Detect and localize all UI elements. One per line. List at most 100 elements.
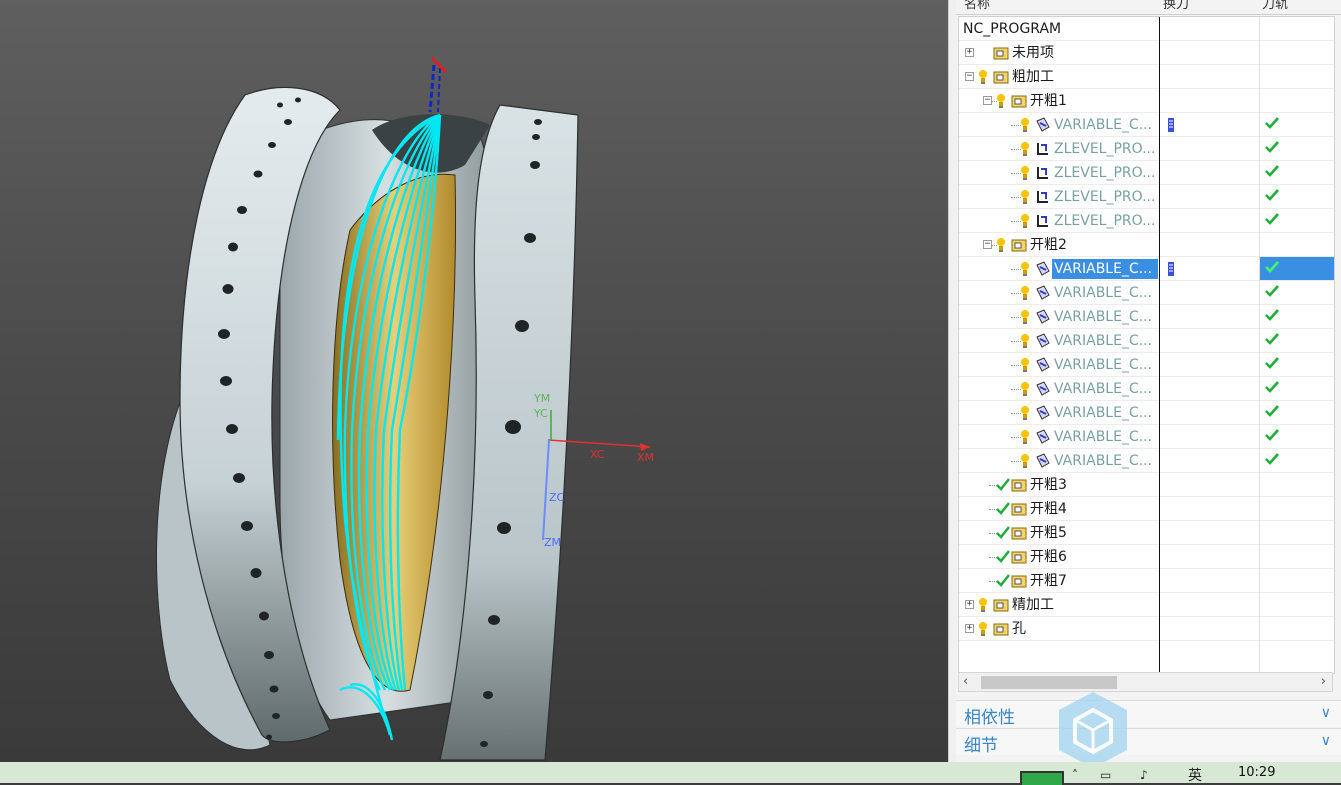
- program-group-icon: [1011, 93, 1027, 109]
- collapse-icon[interactable]: −: [983, 96, 992, 105]
- tree-row-group[interactable]: 开粗4: [959, 497, 1334, 521]
- toolpath-generated-check-icon: [1265, 259, 1279, 279]
- tree-row-group[interactable]: + 精加工: [959, 593, 1334, 617]
- tool-change-icon: [1168, 117, 1174, 132]
- tree-row-group[interactable]: − 开粗2: [959, 233, 1334, 257]
- operation-name: 开粗5: [1030, 525, 1067, 541]
- tree-row-operation[interactable]: VARIABLE_C...: [959, 425, 1334, 449]
- variable-contour-operation-icon: [1035, 405, 1051, 421]
- operation-name: 精加工: [1012, 597, 1054, 613]
- variable-contour-operation-icon: [1035, 381, 1051, 397]
- tree-row-root[interactable]: NC_PROGRAM: [959, 17, 1334, 41]
- variable-contour-operation-icon: [1035, 453, 1051, 469]
- operation-name: ZLEVEL_PRO...: [1054, 189, 1156, 205]
- column-header-name[interactable]: 名称: [964, 0, 990, 14]
- lightbulb-icon: [1020, 309, 1036, 325]
- program-group-icon: [993, 69, 1009, 85]
- toolpath-generated-check-icon: [1265, 187, 1279, 207]
- toolpath-generated-check-icon: [1265, 331, 1279, 351]
- tree-row-group[interactable]: + 孔: [959, 617, 1334, 641]
- toolpath-generated-check-icon: [1265, 451, 1279, 471]
- tree-row-operation[interactable]: VARIABLE_C...: [959, 449, 1334, 473]
- scrollbar-thumb[interactable]: [981, 676, 1117, 689]
- lightbulb-icon: [996, 237, 1012, 253]
- toolpath-generated-check-icon: [1265, 403, 1279, 423]
- tree-row-operation[interactable]: VARIABLE_C...: [959, 257, 1334, 281]
- column-header-tool-change[interactable]: 换刀: [1163, 0, 1189, 14]
- chevron-down-icon[interactable]: ∨: [1321, 733, 1331, 749]
- tree-row-group[interactable]: − 开粗1: [959, 89, 1334, 113]
- toolpath-generated-check-icon: [1265, 427, 1279, 447]
- toolpath-generated-check-icon: [1265, 139, 1279, 159]
- tree-row-group[interactable]: 开粗7: [959, 569, 1334, 593]
- tree-row-operation[interactable]: VARIABLE_C...: [959, 377, 1334, 401]
- operation-name: ZLEVEL_PRO...: [1054, 141, 1156, 157]
- ym-axis-label: YM: [534, 392, 551, 405]
- tree-row-operation[interactable]: ZLEVEL_PRO...: [959, 137, 1334, 161]
- tree-row-operation[interactable]: VARIABLE_C...: [959, 305, 1334, 329]
- tool-change-icon: [1168, 261, 1174, 276]
- lightbulb-icon: [1020, 333, 1036, 349]
- tree-row-operation[interactable]: VARIABLE_C...: [959, 353, 1334, 377]
- scroll-left-icon[interactable]: ‹: [963, 674, 968, 689]
- expand-icon[interactable]: +: [965, 624, 974, 633]
- operation-name: VARIABLE_C...: [1054, 429, 1153, 445]
- tree-row-group[interactable]: − 粗加工: [959, 65, 1334, 89]
- horizontal-scrollbar[interactable]: ‹ ›: [958, 672, 1333, 692]
- network-icon[interactable]: ▭: [1100, 768, 1111, 782]
- lightbulb-icon: [978, 621, 994, 637]
- chevron-down-icon[interactable]: ∨: [1321, 705, 1331, 721]
- root-label: NC_PROGRAM: [963, 21, 1062, 37]
- lightbulb-icon: [1020, 405, 1036, 421]
- lightbulb-icon: [1020, 213, 1036, 229]
- scroll-right-icon[interactable]: ›: [1321, 674, 1326, 689]
- operation-navigator: 名称 换刀 刀轨 NC_PROGRAM + 未用项 − 粗加工 − 开粗1 VARIABLE…: [956, 0, 1341, 762]
- tree-row-operation[interactable]: VARIABLE_C...: [959, 281, 1334, 305]
- graphics-viewport[interactable]: YM YC XC XM ZC ZM: [0, 0, 948, 762]
- column-header-toolpath[interactable]: 刀轨: [1262, 0, 1288, 14]
- tree-row-group[interactable]: 开粗3: [959, 473, 1334, 497]
- zm-axis-label: ZM: [544, 536, 562, 549]
- program-group-icon: [1011, 573, 1027, 589]
- tree-row-group[interactable]: 开粗5: [959, 521, 1334, 545]
- expand-icon[interactable]: +: [965, 48, 974, 57]
- check-icon: [996, 573, 1012, 589]
- tree-row-operation[interactable]: VARIABLE_C...: [959, 329, 1334, 353]
- tree-row-group[interactable]: 开粗6: [959, 545, 1334, 569]
- check-icon: [996, 525, 1012, 541]
- operation-name: ZLEVEL_PRO...: [1054, 165, 1156, 181]
- program-group-icon: [1011, 477, 1027, 493]
- tree-row-operation[interactable]: ZLEVEL_PRO...: [959, 185, 1334, 209]
- program-group-icon: [993, 621, 1009, 637]
- variable-contour-operation-icon: [1035, 285, 1051, 301]
- column-divider: [1259, 17, 1260, 673]
- lightbulb-icon: [1020, 357, 1036, 373]
- ime-indicator[interactable]: 英: [1188, 765, 1202, 785]
- tree-row-operation[interactable]: VARIABLE_C...: [959, 113, 1334, 137]
- expand-icon[interactable]: +: [965, 600, 974, 609]
- program-group-icon: [1011, 549, 1027, 565]
- chevron-up-icon[interactable]: ˄: [1072, 768, 1078, 782]
- lightbulb-icon: [1020, 453, 1036, 469]
- operation-name: VARIABLE_C...: [1054, 381, 1153, 397]
- operation-name: VARIABLE_C...: [1054, 117, 1153, 133]
- operation-name: VARIABLE_C...: [1054, 333, 1153, 349]
- tree-row-operation[interactable]: VARIABLE_C...: [959, 401, 1334, 425]
- lightbulb-icon: [996, 93, 1012, 109]
- operation-tree[interactable]: NC_PROGRAM + 未用项 − 粗加工 − 开粗1 VARIABLE_C... ZLEV…: [958, 16, 1335, 674]
- lightbulb-icon: [978, 69, 994, 85]
- tree-row-operation[interactable]: ZLEVEL_PRO...: [959, 161, 1334, 185]
- collapse-icon[interactable]: −: [965, 72, 974, 81]
- dependencies-panel-header[interactable]: 相依性 ∨: [956, 700, 1341, 728]
- variable-contour-operation-icon: [1035, 261, 1051, 277]
- clock[interactable]: 10:29: [1238, 765, 1275, 780]
- lightbulb-icon: [978, 597, 994, 613]
- collapse-icon[interactable]: −: [983, 240, 992, 249]
- tree-row-group[interactable]: + 未用项: [959, 41, 1334, 65]
- tree-row-operation[interactable]: ZLEVEL_PRO...: [959, 209, 1334, 233]
- variable-contour-operation-icon: [1035, 429, 1051, 445]
- volume-icon[interactable]: ♪: [1140, 768, 1148, 782]
- lightbulb-icon: [1020, 285, 1036, 301]
- details-panel-header[interactable]: 细节 ∨: [956, 728, 1341, 756]
- zlevel-operation-icon: [1035, 165, 1051, 181]
